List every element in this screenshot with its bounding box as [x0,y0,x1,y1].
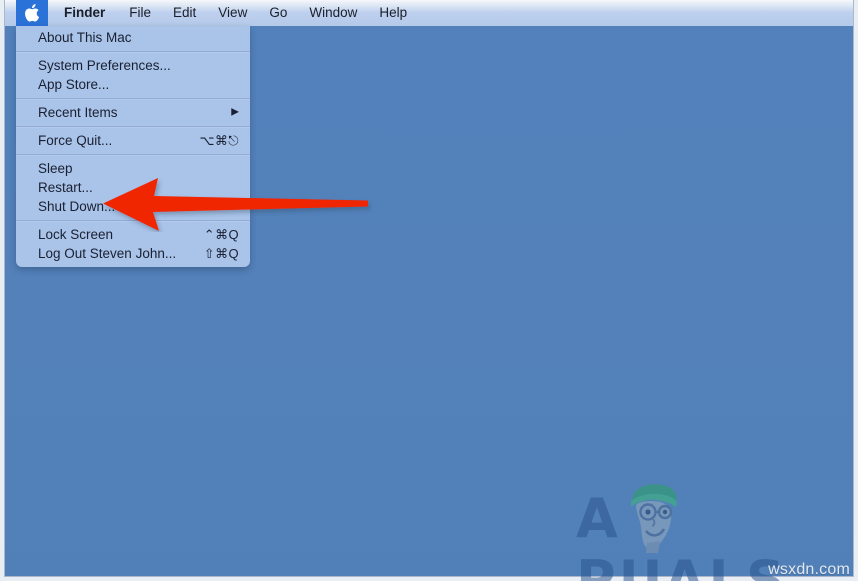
menu-item-about-this-mac[interactable]: About This Mac [16,28,250,47]
menu-bar-item-window[interactable]: Window [298,0,368,26]
menu-item-shortcut: ⌃⌘Q [203,226,239,242]
menu-item-recent-items[interactable]: Recent Items ▶ [16,103,250,122]
apple-dropdown-menu: About This Mac System Preferences... App… [16,26,250,267]
menu-item-label: Force Quit... [38,133,113,148]
menu-item-label: Sleep [38,161,73,176]
menu-item-sleep[interactable]: Sleep [16,159,250,178]
menu-group: Recent Items ▶ [16,103,250,122]
menu-separator [16,98,250,99]
menu-item-label: Recent Items [38,105,118,120]
menu-group: About This Mac [16,28,250,47]
menu-bar-item-go[interactable]: Go [258,0,298,26]
menu-group: Sleep Restart... Shut Down... [16,159,250,216]
menu-group: System Preferences... App Store... [16,56,250,94]
screen: A PUALS wsxdn.com Finder File Edit View … [0,0,858,581]
site-credit: wsxdn.com [768,561,850,578]
menu-item-label: System Preferences... [38,58,171,73]
menu-separator [16,126,250,127]
menu-bar-item-help[interactable]: Help [368,0,418,26]
menu-item-restart[interactable]: Restart... [16,178,250,197]
menu-bar-item-edit[interactable]: Edit [162,0,207,26]
menu-bar: Finder File Edit View Go Window Help [5,0,853,26]
menu-item-shortcut: ⌥⌘⎋ [199,132,239,148]
menu-separator [16,154,250,155]
menu-item-shut-down[interactable]: Shut Down... [16,197,250,216]
menu-item-app-store[interactable]: App Store... [16,75,250,94]
menu-bar-item-file[interactable]: File [118,0,162,26]
chevron-right-icon: ▶ [231,106,239,117]
menu-item-shortcut: ⇧⌘Q [203,245,239,261]
menu-item-force-quit[interactable]: Force Quit... ⌥⌘⎋ [16,131,250,150]
menu-bar-item-view[interactable]: View [207,0,258,26]
menu-group: Lock Screen ⌃⌘Q Log Out Steven John... ⇧… [16,225,250,263]
menu-group: Force Quit... ⌥⌘⎋ [16,131,250,150]
menu-separator [16,51,250,52]
apple-logo-icon [24,4,39,22]
apple-menu-button[interactable] [16,0,48,26]
menu-item-log-out[interactable]: Log Out Steven John... ⇧⌘Q [16,244,250,263]
menu-item-label: App Store... [38,77,110,92]
menu-item-lock-screen[interactable]: Lock Screen ⌃⌘Q [16,225,250,244]
menu-item-label: Restart... [38,180,93,195]
menu-item-label: Lock Screen [38,227,114,242]
menu-item-system-preferences[interactable]: System Preferences... [16,56,250,75]
menu-item-label: About This Mac [38,30,132,45]
menu-item-label: Shut Down... [38,199,116,214]
menu-item-label: Log Out Steven John... [38,246,177,261]
menu-bar-item-finder[interactable]: Finder [48,0,118,26]
menu-separator [16,220,250,221]
